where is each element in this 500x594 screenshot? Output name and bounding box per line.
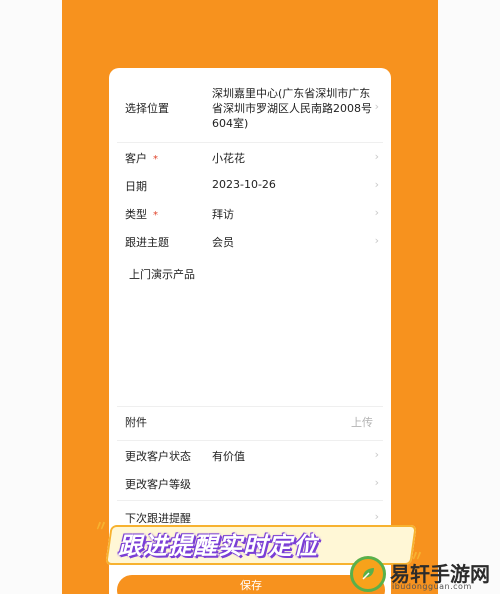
customer-value: 小花花 <box>212 152 245 165</box>
chevron-right-icon: › <box>374 100 379 113</box>
type-label: 类型 * <box>125 208 158 221</box>
left-margin <box>0 0 62 594</box>
right-margin <box>438 0 500 594</box>
topic-row[interactable]: 跟进主题 会员 › <box>109 234 391 254</box>
save-button[interactable]: 保存 <box>117 575 385 594</box>
date-value: 2023-10-26 <box>212 178 276 191</box>
level-row[interactable]: 更改客户等级 › <box>109 476 391 496</box>
level-label: 更改客户等级 <box>125 478 191 491</box>
required-mark: * <box>153 154 158 165</box>
date-label: 日期 <box>125 180 147 193</box>
location-value: 深圳嘉里中心(广东省深圳市广东省深圳市罗湖区人民南路2008号604室) <box>212 87 372 130</box>
divider <box>117 440 383 441</box>
status-label: 更改客户状态 <box>125 450 191 463</box>
watermark-domain: ibudongguan.com <box>392 582 472 591</box>
customer-row[interactable]: 客户 * 小花花 › <box>109 150 391 170</box>
divider <box>117 500 383 501</box>
chevron-right-icon: › <box>374 234 379 247</box>
chevron-right-icon: › <box>374 206 379 219</box>
chevron-right-icon: › <box>374 178 379 191</box>
chevron-right-icon: › <box>374 150 379 163</box>
upload-button[interactable]: 上传 <box>351 414 373 430</box>
required-mark: * <box>153 210 158 221</box>
location-label: 选择位置 <box>125 102 169 115</box>
chevron-right-icon: › <box>374 448 379 461</box>
notes-textarea[interactable]: 上门演示产品 <box>117 258 383 403</box>
phone-screen: 选择位置 › 深圳嘉里中心(广东省深圳市广东省深圳市罗湖区人民南路2008号60… <box>62 0 438 594</box>
attachment-label: 附件 <box>125 416 147 429</box>
divider <box>117 406 383 407</box>
promo-banner-text: 跟进提醒实时定位 <box>118 532 318 560</box>
divider <box>117 142 383 143</box>
topic-label: 跟进主题 <box>125 236 169 249</box>
chevron-right-icon: › <box>374 476 379 489</box>
type-value: 拜访 <box>212 208 234 221</box>
topic-value: 会员 <box>212 236 234 249</box>
type-row[interactable]: 类型 * 拜访 › <box>109 206 391 226</box>
reminder-label: 下次跟进提醒 <box>125 512 191 525</box>
status-row[interactable]: 更改客户状态 有价值 › <box>109 448 391 468</box>
status-value: 有价值 <box>212 450 245 463</box>
notes-text: 上门演示产品 <box>129 268 195 281</box>
customer-label: 客户 * <box>125 152 158 165</box>
site-logo-icon <box>350 556 386 592</box>
attachment-row: 附件 上传 <box>109 414 391 434</box>
followup-form-card: 选择位置 › 深圳嘉里中心(广东省深圳市广东省深圳市罗湖区人民南路2008号60… <box>109 68 391 594</box>
sparkle-icon: 〃 <box>94 519 108 535</box>
date-row[interactable]: 日期 2023-10-26 › <box>109 178 391 198</box>
chevron-right-icon: › <box>374 510 379 523</box>
